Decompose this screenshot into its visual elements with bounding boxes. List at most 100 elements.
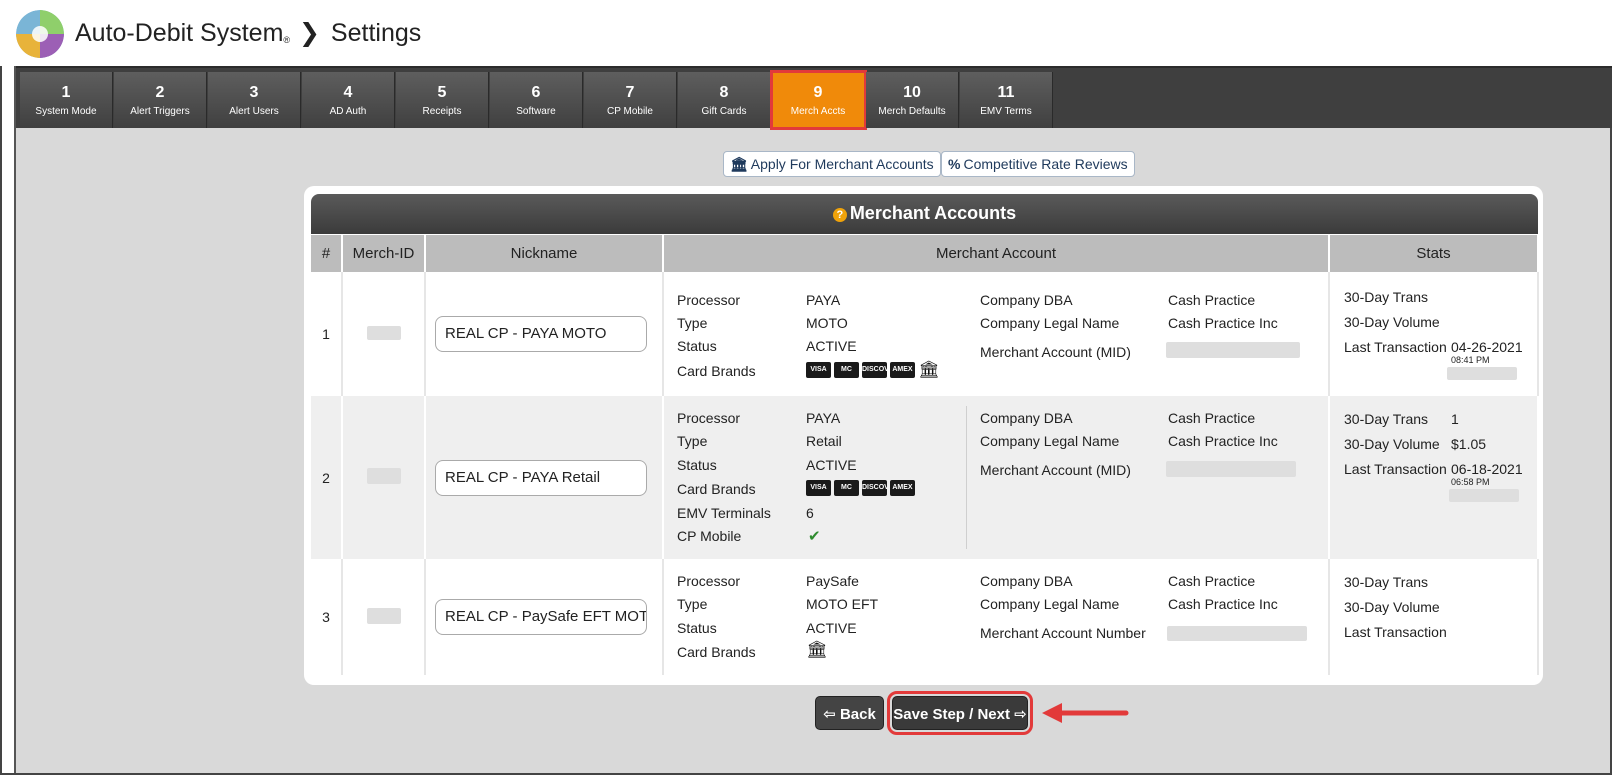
tab-cp-mobile[interactable]: 7 CP Mobile bbox=[584, 72, 677, 128]
tab-alert-triggers[interactable]: 2 Alert Triggers bbox=[114, 72, 207, 128]
tab-label: Alert Users bbox=[229, 106, 279, 117]
company-legal-label: Company Legal Name bbox=[980, 596, 1120, 612]
status-value: ACTIVE bbox=[806, 620, 857, 636]
trans-30-label: 30-Day Trans bbox=[1344, 411, 1429, 427]
back-label: Back bbox=[839, 706, 876, 723]
table-header-row: # Merch-ID Nickname Merchant Account Sta… bbox=[311, 235, 1539, 272]
page-title: Settings bbox=[330, 19, 422, 47]
merchant-accounts-panel: ? Merchant Accounts # Merch-ID Nickname M… bbox=[304, 186, 1543, 685]
panel-title: Merchant Accounts bbox=[849, 203, 1017, 223]
nickname-cell: REAL CP - PaySafe EFT MOT bbox=[425, 559, 664, 675]
status-label: Status bbox=[677, 457, 717, 473]
tab-number: 11 bbox=[997, 84, 1015, 101]
redacted-merch-id bbox=[366, 468, 401, 484]
volume-30-label: 30-Day Volume bbox=[1344, 314, 1440, 330]
company-legal-value: Cash Practice Inc bbox=[1168, 315, 1278, 331]
tab-number: 5 bbox=[437, 84, 447, 101]
tab-number: 10 bbox=[903, 84, 921, 101]
company-dba-value: Cash Practice bbox=[1168, 292, 1256, 308]
redacted-stat bbox=[1447, 367, 1517, 380]
table-row: 1 REAL CP - PAYA MOTO Processor PAYA Typ… bbox=[311, 272, 1539, 396]
type-label: Type bbox=[677, 315, 708, 331]
volume-30-label: 30-Day Volume bbox=[1344, 436, 1440, 452]
next-label: Save Step / Next bbox=[893, 706, 1010, 723]
tab-number: 7 bbox=[625, 84, 635, 101]
company-legal-value: Cash Practice Inc bbox=[1168, 596, 1278, 612]
nickname-input[interactable]: REAL CP - PAYA MOTO bbox=[435, 316, 647, 352]
emv-terminals-value: 6 bbox=[806, 505, 814, 521]
nickname-input[interactable]: REAL CP - PAYA Retail bbox=[435, 459, 647, 496]
divider bbox=[966, 406, 967, 549]
tab-number: 9 bbox=[813, 84, 823, 101]
check-icon: ✔ bbox=[808, 528, 821, 545]
card-brands-label: Card Brands bbox=[677, 644, 756, 660]
tab-system-mode[interactable]: 1 System Mode bbox=[20, 72, 113, 128]
last-trans-label: Last Transaction bbox=[1344, 461, 1447, 477]
registered-mark: ® bbox=[283, 35, 291, 45]
competitive-rate-reviews-button[interactable]: % Competitive Rate Reviews bbox=[941, 151, 1135, 177]
tab-label: Alert Triggers bbox=[130, 106, 190, 117]
account-cell: Processor PAYA Type MOTO Status ACTIVE C… bbox=[663, 272, 1330, 396]
mid-label: Merchant Account (MID) bbox=[980, 344, 1131, 360]
app-name: Auto-Debit System bbox=[75, 19, 284, 47]
table-row: 2 REAL CP - PAYA Retail Processor PAYA T… bbox=[311, 396, 1539, 559]
last-trans-date: 04-26-2021 bbox=[1451, 339, 1523, 355]
tab-merch-accts[interactable]: 9 Merch Accts bbox=[770, 70, 867, 130]
processor-value: PAYA bbox=[806, 292, 841, 308]
cp-mobile-label: CP Mobile bbox=[677, 528, 742, 544]
apply-merchant-accounts-button[interactable]: 🏛 Apply For Merchant Accounts bbox=[723, 151, 941, 177]
type-value: MOTO bbox=[806, 315, 848, 331]
tab-alert-users[interactable]: 3 Alert Users bbox=[208, 72, 301, 128]
company-legal-value: Cash Practice Inc bbox=[1168, 433, 1278, 449]
company-dba-label: Company DBA bbox=[980, 410, 1073, 426]
tab-merch-defaults[interactable]: 10 Merch Defaults bbox=[866, 72, 959, 128]
tab-emv-terms[interactable]: 11 EMV Terms bbox=[960, 72, 1053, 128]
company-dba-label: Company DBA bbox=[980, 292, 1073, 308]
status-label: Status bbox=[677, 620, 717, 636]
tab-receipts[interactable]: 5 Receipts bbox=[396, 72, 489, 128]
nickname-input[interactable]: REAL CP - PaySafe EFT MOT bbox=[435, 599, 647, 635]
help-icon[interactable]: ? bbox=[832, 208, 847, 222]
mid-label: Merchant Account (MID) bbox=[980, 462, 1131, 478]
type-label: Type bbox=[677, 596, 708, 612]
card-brands: VISA MC DISCOVER AMEX 🏛 bbox=[806, 360, 940, 379]
card-brands: 🏛 bbox=[806, 640, 828, 659]
circle-arrow-left-icon: ⇦ bbox=[823, 706, 836, 723]
app-title: Auto-Debit System® ❯ Settings bbox=[75, 18, 421, 48]
last-trans-date: 06-18-2021 bbox=[1451, 461, 1523, 477]
bank-icon: 🏛 bbox=[806, 640, 828, 659]
tab-label: CP Mobile bbox=[607, 106, 653, 117]
visa-icon: VISA bbox=[806, 480, 831, 496]
chevron-right-icon: ❯ bbox=[299, 19, 320, 47]
stats-cell: 30-Day Trans 1 30-Day Volume $1.05 Last … bbox=[1329, 396, 1539, 559]
company-legal-label: Company Legal Name bbox=[980, 315, 1120, 331]
company-dba-value: Cash Practice bbox=[1168, 573, 1256, 589]
trans-30-label: 30-Day Trans bbox=[1344, 574, 1429, 590]
merch-id-cell bbox=[342, 272, 426, 396]
volume-30-label: 30-Day Volume bbox=[1344, 599, 1440, 615]
step-tabs: 1 System Mode 2 Alert Triggers 3 Alert User… bbox=[16, 66, 1612, 130]
tab-software[interactable]: 6 Software bbox=[490, 72, 583, 128]
tab-label: Receipts bbox=[422, 106, 462, 117]
col-merch-id: Merch-ID bbox=[342, 235, 426, 272]
tab-number: 1 bbox=[61, 84, 71, 101]
trans-30-value: 1 bbox=[1451, 411, 1459, 427]
volume-30-value: $1.05 bbox=[1451, 436, 1487, 452]
nickname-cell: REAL CP - PAYA MOTO bbox=[425, 272, 664, 396]
nickname-cell: REAL CP - PAYA Retail bbox=[425, 396, 664, 559]
tab-ad-auth[interactable]: 4 AD Auth bbox=[302, 72, 395, 128]
last-trans-label: Last Transaction bbox=[1344, 339, 1447, 355]
tab-number: 3 bbox=[249, 84, 259, 101]
tab-label: Merch Accts bbox=[790, 106, 846, 117]
trans-30-label: 30-Day Trans bbox=[1344, 289, 1429, 305]
back-button[interactable]: ⇦ Back bbox=[815, 696, 884, 730]
tab-label: Merch Defaults bbox=[878, 106, 946, 117]
save-next-button[interactable]: Save Step / Next ⇨ bbox=[887, 691, 1033, 735]
bank-icon: 🏛 bbox=[918, 360, 940, 379]
tab-number: 2 bbox=[155, 84, 165, 101]
table-row: 3 REAL CP - PaySafe EFT MOT Processor Pa… bbox=[311, 559, 1539, 675]
tab-gift-cards[interactable]: 8 Gift Cards bbox=[678, 72, 771, 128]
card-brands-label: Card Brands bbox=[677, 481, 756, 497]
company-legal-label: Company Legal Name bbox=[980, 433, 1120, 449]
col-nickname: Nickname bbox=[425, 235, 664, 272]
